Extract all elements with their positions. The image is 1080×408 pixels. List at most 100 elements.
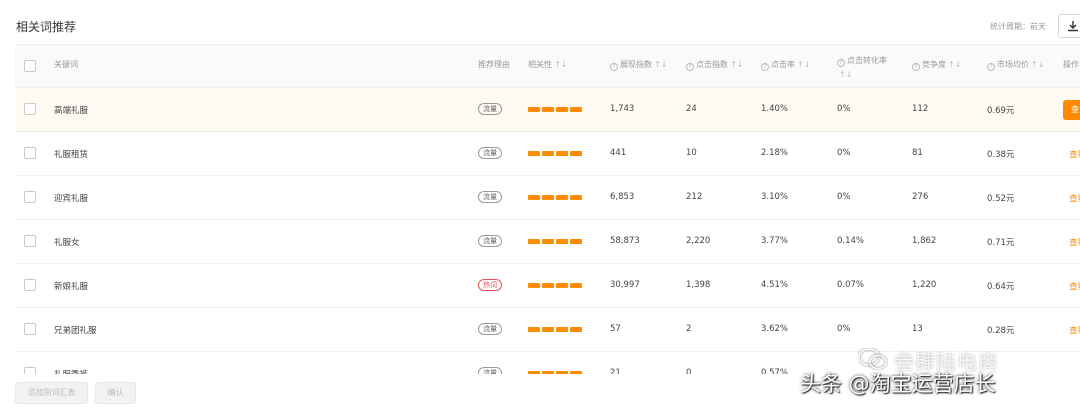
keyword-cell: 新娘礼服 — [54, 282, 89, 292]
question-circle-icon[interactable]: ? — [610, 63, 618, 71]
competition-cell: 276 — [912, 192, 929, 202]
clicks-cell: 2,220 — [686, 236, 711, 246]
col-price[interactable]: ? 市场均价 ↑↓ — [987, 59, 1044, 71]
impressions-cell: 6,853 — [610, 192, 635, 202]
question-circle-icon[interactable]: ? — [761, 63, 769, 71]
price-cell: 0.28元 — [987, 326, 1015, 336]
cvr-cell: 0% — [837, 192, 851, 202]
col-reason: 推荐理由 — [478, 60, 510, 69]
row-checkbox[interactable] — [24, 103, 36, 115]
col-cvr[interactable]: ? 点击转化率 ↑↓ — [837, 54, 887, 82]
keyword-cell: 礼服租赁 — [54, 150, 89, 160]
keyword-cell: 礼服女 — [54, 238, 80, 248]
relevance-bar — [528, 151, 582, 156]
competition-cell: 1,862 — [912, 236, 937, 246]
col-relevance[interactable]: 相关性 ↑↓ — [528, 59, 567, 70]
view-link[interactable]: 查看 — [1069, 236, 1080, 248]
competition-cell: 1,220 — [912, 280, 937, 290]
question-circle-icon[interactable]: ? — [912, 63, 920, 71]
ctr-cell: 3.62% — [761, 324, 789, 334]
ctr-cell: 3.10% — [761, 192, 789, 202]
reason-tag: 流量 — [478, 191, 502, 203]
col-cvr-label: 点击转化率 — [847, 56, 887, 65]
clicks-cell: 1,398 — [686, 280, 711, 290]
ctr-cell: 2.18% — [761, 148, 789, 158]
cvr-cell: 0% — [837, 148, 851, 158]
keyword-table: 关键词 推荐理由 相关性 ↑↓ ? 展现指数 ↑↓ ? 点击指数 ↑↓ ? 点击率 ↑↓ ? 点… — [15, 44, 1080, 396]
cvr-cell: 0% — [837, 104, 851, 114]
table-row: 兄弟团礼服 流量 57 2 3.62% 0% 13 0.28元 查看 — [15, 308, 1080, 352]
relevance-bar — [528, 195, 582, 200]
view-link[interactable]: 查看 — [1069, 324, 1080, 336]
keyword-cell: 兄弟团礼服 — [54, 326, 97, 336]
sort-icon[interactable]: ↑↓ — [1031, 60, 1044, 69]
price-cell: 0.38元 — [987, 150, 1015, 160]
select-all-checkbox[interactable] — [24, 60, 36, 72]
col-impressions-label: 展现指数 — [620, 60, 652, 69]
cvr-cell: 0.07% — [837, 280, 865, 290]
table-row: 高端礼服 流量 1,743 24 1.40% 0% 112 0.69元 查 — [15, 88, 1080, 132]
price-cell: 0.69元 — [987, 106, 1015, 116]
cvr-cell: 0% — [837, 324, 851, 334]
add-to-wordlist-button[interactable]: 添加到词汇表 — [15, 382, 88, 404]
col-price-label: 市场均价 — [997, 60, 1029, 69]
table-row: 礼服女 流量 58,873 2,220 3.77% 0.14% 1,862 0.… — [15, 220, 1080, 264]
reason-tag: 流量 — [478, 147, 502, 159]
col-clicks[interactable]: ? 点击指数 ↑↓ — [686, 59, 743, 71]
relevance-bar — [528, 107, 582, 112]
question-circle-icon[interactable]: ? — [686, 63, 694, 71]
sort-icon[interactable]: ↑↓ — [554, 60, 567, 69]
confirm-button[interactable]: 确认 — [95, 382, 136, 404]
price-cell: 0.52元 — [987, 194, 1015, 204]
table-row: 礼服租赁 流量 441 10 2.18% 0% 81 0.38元 查看 — [15, 132, 1080, 176]
competition-cell: 13 — [912, 324, 923, 334]
clicks-cell: 212 — [686, 192, 703, 202]
clicks-cell: 24 — [686, 104, 697, 114]
relevance-bar — [528, 327, 582, 332]
sort-icon[interactable]: ↑↓ — [654, 60, 667, 69]
row-checkbox[interactable] — [24, 323, 36, 335]
competition-cell: 81 — [912, 148, 923, 158]
col-keyword: 关键词 — [54, 60, 78, 69]
table-row: 迎宾礼服 流量 6,853 212 3.10% 0% 276 0.52元 查看 — [15, 176, 1080, 220]
price-cell: 0.71元 — [987, 238, 1015, 248]
impressions-cell: 441 — [610, 148, 627, 158]
keyword-cell: 迎宾礼服 — [54, 194, 89, 204]
view-link[interactable]: 查看 — [1069, 192, 1080, 204]
col-impressions[interactable]: ? 展现指数 ↑↓ — [610, 59, 667, 71]
sort-icon[interactable]: ↑↓ — [730, 60, 743, 69]
clicks-cell: 10 — [686, 148, 697, 158]
cvr-cell: 0.14% — [837, 236, 865, 246]
price-cell: 0.64元 — [987, 282, 1015, 292]
view-link[interactable]: 查看 — [1069, 148, 1080, 160]
sort-icon[interactable]: ↑↓ — [948, 60, 961, 69]
download-icon — [1068, 21, 1078, 32]
ctr-cell: 3.77% — [761, 236, 789, 246]
header: 相关词推荐 统计周期：前天 — [0, 0, 1080, 42]
download-button[interactable] — [1058, 14, 1080, 38]
relevance-bar — [528, 239, 582, 244]
question-circle-icon[interactable]: ? — [837, 59, 845, 67]
sort-icon[interactable]: ↑↓ — [839, 70, 852, 79]
row-checkbox[interactable] — [24, 191, 36, 203]
ctr-cell: 4.51% — [761, 280, 789, 290]
row-checkbox[interactable] — [24, 279, 36, 291]
table-header: 关键词 推荐理由 相关性 ↑↓ ? 展现指数 ↑↓ ? 点击指数 ↑↓ ? 点击率 ↑↓ ? 点… — [15, 44, 1080, 88]
reason-tag: 流量 — [478, 103, 502, 115]
reason-tag: 流量 — [478, 235, 502, 247]
col-competition[interactable]: ? 竞争度 ↑↓ — [912, 59, 961, 71]
question-circle-icon[interactable]: ? — [987, 63, 995, 71]
impressions-cell: 57 — [610, 324, 621, 334]
col-clicks-label: 点击指数 — [696, 60, 728, 69]
col-competition-label: 竞争度 — [922, 60, 946, 69]
table-row: 新娘礼服 热词 30,997 1,398 4.51% 0.07% 1,220 0… — [15, 264, 1080, 308]
sort-icon[interactable]: ↑↓ — [797, 60, 810, 69]
view-link[interactable]: 查看 — [1069, 280, 1080, 292]
col-ctr-label: 点击率 — [771, 60, 795, 69]
impressions-cell: 58,873 — [610, 236, 640, 246]
row-checkbox[interactable] — [24, 147, 36, 159]
view-button[interactable]: 查 — [1063, 100, 1080, 120]
col-relevance-label: 相关性 — [528, 60, 552, 69]
col-ctr[interactable]: ? 点击率 ↑↓ — [761, 59, 810, 71]
row-checkbox[interactable] — [24, 235, 36, 247]
